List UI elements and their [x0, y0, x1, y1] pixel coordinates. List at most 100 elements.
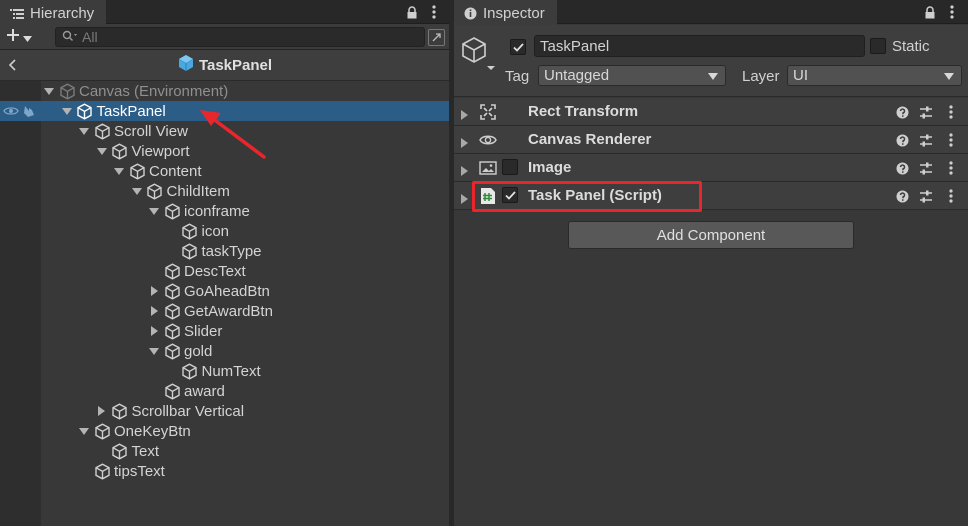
- hierarchy-row[interactable]: Content: [0, 161, 449, 181]
- tag-dropdown[interactable]: Untagged: [538, 65, 726, 86]
- hierarchy-row[interactable]: iconframe: [0, 201, 449, 221]
- expand-down-arrow-icon[interactable]: [78, 421, 90, 441]
- hierarchy-row[interactable]: DescText: [0, 261, 449, 281]
- arrow-placeholder: [166, 241, 178, 261]
- expand-right-arrow-icon[interactable]: [96, 401, 108, 421]
- expand-right-arrow-icon[interactable]: [148, 301, 160, 321]
- scene-search-toggle-icon[interactable]: [428, 29, 445, 46]
- hierarchy-row[interactable]: tipsText: [0, 461, 449, 481]
- add-component-button[interactable]: Add Component: [568, 221, 854, 249]
- hierarchy-row[interactable]: gold: [0, 341, 449, 361]
- expand-down-arrow-icon[interactable]: [148, 201, 160, 221]
- expand-down-arrow-icon[interactable]: [96, 141, 108, 161]
- expand-down-arrow-icon[interactable]: [61, 101, 73, 121]
- hierarchy-row[interactable]: NumText: [0, 361, 449, 381]
- hierarchy-row-label: GetAwardBtn: [184, 302, 273, 320]
- lock-icon[interactable]: [404, 3, 420, 21]
- visibility-eye-icon[interactable]: [3, 104, 19, 122]
- tab-hierarchy[interactable]: Hierarchy: [0, 0, 107, 25]
- help-icon[interactable]: [894, 131, 910, 149]
- tab-hierarchy-label: Hierarchy: [30, 5, 95, 22]
- help-icon[interactable]: [894, 187, 910, 205]
- hierarchy-row[interactable]: GetAwardBtn: [0, 301, 449, 321]
- kebab-menu-icon[interactable]: [943, 103, 959, 121]
- component-header[interactable]: Canvas Renderer: [454, 126, 968, 154]
- expand-down-arrow-icon[interactable]: [113, 161, 125, 181]
- hierarchy-row-label: Slider: [184, 322, 223, 340]
- tag-value: Untagged: [544, 67, 610, 84]
- gameobject-cube-icon: [181, 361, 199, 381]
- hierarchy-row[interactable]: Canvas (Environment): [0, 81, 449, 101]
- chevron-down-icon: [708, 73, 718, 80]
- expand-right-arrow-icon[interactable]: [461, 107, 468, 124]
- gameobject-cube-icon: [93, 121, 111, 141]
- expand-right-arrow-icon[interactable]: [148, 321, 160, 341]
- help-icon[interactable]: [894, 103, 910, 121]
- expand-down-arrow-icon[interactable]: [43, 81, 55, 101]
- hierarchy-row[interactable]: GoAheadBtn: [0, 281, 449, 301]
- list-icon: [10, 8, 24, 20]
- component-header[interactable]: Image: [454, 154, 968, 182]
- preset-sliders-icon[interactable]: [918, 103, 934, 121]
- expand-down-arrow-icon[interactable]: [131, 181, 143, 201]
- active-checkbox[interactable]: [510, 39, 526, 55]
- expand-down-arrow-icon[interactable]: [148, 341, 160, 361]
- hierarchy-row[interactable]: award: [0, 381, 449, 401]
- hierarchy-row[interactable]: Slider: [0, 321, 449, 341]
- hierarchy-row[interactable]: icon: [0, 221, 449, 241]
- gameobject-cube-icon: [111, 141, 129, 161]
- preset-sliders-icon[interactable]: [918, 159, 934, 177]
- object-name-field[interactable]: [534, 35, 865, 57]
- expand-down-arrow-icon[interactable]: [78, 121, 90, 141]
- hierarchy-panel: Hierarchy All TaskPanel Canvas (Environm…: [0, 0, 449, 526]
- lock-icon[interactable]: [922, 3, 938, 21]
- help-icon[interactable]: [894, 159, 910, 177]
- hierarchy-row-label: iconframe: [184, 202, 250, 220]
- preset-sliders-icon[interactable]: [918, 187, 934, 205]
- component-name: Image: [528, 159, 572, 176]
- hierarchy-row[interactable]: OneKeyBtn: [0, 421, 449, 441]
- layer-label: Layer: [742, 68, 780, 85]
- tab-inspector[interactable]: Inspector: [454, 0, 557, 25]
- kebab-menu-icon[interactable]: [943, 159, 959, 177]
- kebab-menu-icon[interactable]: [943, 187, 959, 205]
- gameobject-cube-icon: [111, 401, 129, 421]
- component-header[interactable]: Rect Transform: [454, 98, 968, 126]
- hierarchy-row[interactable]: ChildItem: [0, 181, 449, 201]
- expand-right-arrow-icon[interactable]: [461, 163, 468, 180]
- expand-right-arrow-icon[interactable]: [461, 191, 468, 208]
- expand-right-arrow-icon[interactable]: [148, 281, 160, 301]
- kebab-menu-icon[interactable]: [943, 131, 959, 149]
- component-enabled-checkbox[interactable]: [502, 159, 518, 175]
- search-field[interactable]: [55, 27, 425, 47]
- arrow-placeholder: [78, 461, 90, 481]
- gameobject-cube-icon: [111, 441, 129, 461]
- hierarchy-row-label: tipsText: [114, 462, 165, 480]
- hierarchy-row-label: gold: [184, 342, 213, 360]
- gameobject-icon[interactable]: [460, 35, 496, 75]
- gameobject-cube-icon: [181, 241, 199, 261]
- search-input[interactable]: [82, 29, 412, 45]
- hierarchy-row[interactable]: taskType: [0, 241, 449, 261]
- gameobject-cube-icon: [163, 201, 181, 221]
- rect-transform-icon: [479, 103, 497, 121]
- hierarchy-row[interactable]: Scrollbar Vertical: [0, 401, 449, 421]
- layer-dropdown[interactable]: UI: [787, 65, 962, 86]
- gameobject-cube-icon: [93, 421, 111, 441]
- gameobject-cube-icon: [163, 301, 181, 321]
- preset-sliders-icon[interactable]: [918, 131, 934, 149]
- back-arrow-icon[interactable]: [5, 57, 19, 73]
- gameobject-header: Static Tag Untagged Layer UI: [454, 25, 968, 97]
- create-button[interactable]: [6, 27, 42, 47]
- kebab-menu-icon[interactable]: [944, 3, 960, 21]
- gameobject-cube-icon: [93, 461, 111, 481]
- hierarchy-row-label: Content: [149, 162, 202, 180]
- hierarchy-row-label: TaskPanel: [96, 102, 166, 120]
- hierarchy-row-label: DescText: [184, 262, 246, 280]
- expand-right-arrow-icon[interactable]: [461, 135, 468, 152]
- image-icon: [479, 159, 497, 177]
- pickable-hand-icon[interactable]: [22, 104, 38, 122]
- kebab-menu-icon[interactable]: [426, 3, 442, 21]
- hierarchy-row[interactable]: Text: [0, 441, 449, 461]
- static-checkbox[interactable]: [870, 38, 886, 54]
